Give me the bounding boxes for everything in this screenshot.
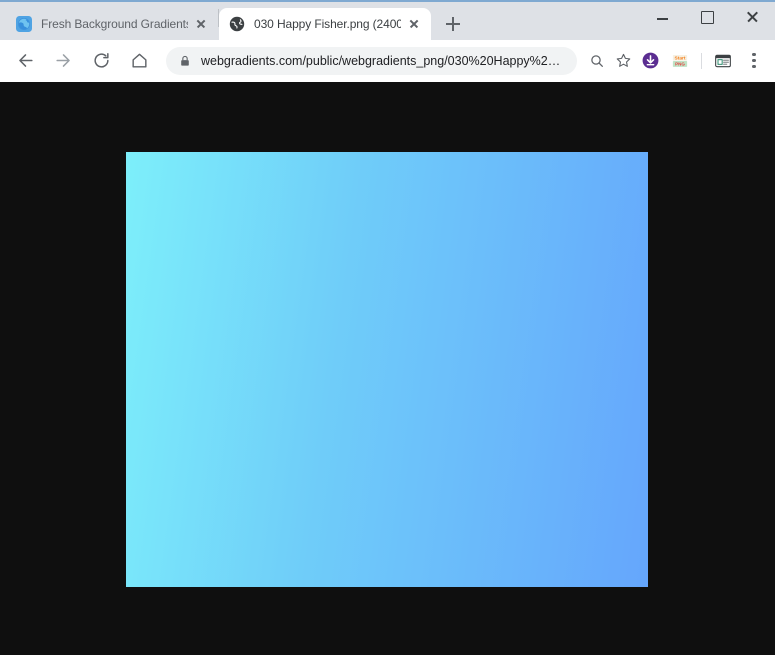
- reload-button[interactable]: [86, 46, 116, 76]
- home-icon: [131, 53, 147, 68]
- gradient-image-happy-fisher[interactable]: [126, 152, 648, 587]
- home-button[interactable]: [124, 46, 154, 76]
- reload-icon: [93, 52, 109, 68]
- url-text: webgradients.com/public/webgradients_png…: [201, 53, 561, 68]
- tab-close-button[interactable]: [192, 15, 210, 33]
- page-viewport: [0, 82, 775, 655]
- toolbar-separator: [701, 52, 702, 69]
- document-card-icon: [715, 54, 731, 67]
- minimize-button[interactable]: [640, 2, 685, 32]
- bookmark-star-button[interactable]: [611, 49, 635, 73]
- arrow-right-icon: [55, 54, 70, 67]
- browser-window: Fresh Background Gradients | W 030 Happy…: [0, 0, 775, 655]
- download-manager-extension-icon[interactable]: [637, 48, 663, 74]
- download-circle-icon: [642, 52, 658, 69]
- svg-text:Start: Start: [675, 55, 686, 61]
- blue-globe-favicon: [16, 16, 32, 32]
- zoom-search-button[interactable]: [585, 49, 609, 73]
- tab-title: Fresh Background Gradients | W: [41, 17, 188, 31]
- forward-button[interactable]: [48, 46, 78, 76]
- dark-globe-favicon: [229, 16, 245, 32]
- back-button[interactable]: [10, 46, 40, 76]
- magnifier-icon: [591, 54, 603, 67]
- close-window-button[interactable]: [730, 2, 775, 32]
- png-capture-extension-icon[interactable]: Start PNG: [667, 48, 693, 74]
- tab-strip: Fresh Background Gradients | W 030 Happy…: [0, 2, 775, 40]
- arrow-left-icon: [18, 54, 33, 67]
- menu-dot: [752, 58, 756, 63]
- reader-extension-icon[interactable]: [710, 48, 736, 74]
- png-badge-icon: Start PNG: [672, 54, 688, 67]
- tab-title: 030 Happy Fisher.png (2400×2: [254, 17, 401, 31]
- chrome-menu-button[interactable]: [741, 48, 767, 74]
- tab-030-happy-fisher-png[interactable]: 030 Happy Fisher.png (2400×2: [219, 8, 431, 40]
- tab-fresh-background-gradients[interactable]: Fresh Background Gradients | W: [6, 8, 218, 40]
- lock-icon[interactable]: [178, 54, 192, 68]
- address-bar[interactable]: webgradients.com/public/webgradients_png…: [166, 46, 577, 75]
- browser-toolbar: webgradients.com/public/webgradients_png…: [0, 40, 775, 82]
- new-tab-button[interactable]: [439, 10, 467, 38]
- menu-dot: [752, 64, 756, 68]
- star-icon: [616, 53, 630, 67]
- maximize-button[interactable]: [685, 2, 730, 32]
- svg-text:PNG: PNG: [675, 61, 685, 66]
- window-controls: [640, 2, 775, 32]
- menu-dot: [752, 53, 756, 57]
- tab-close-button[interactable]: [405, 15, 423, 33]
